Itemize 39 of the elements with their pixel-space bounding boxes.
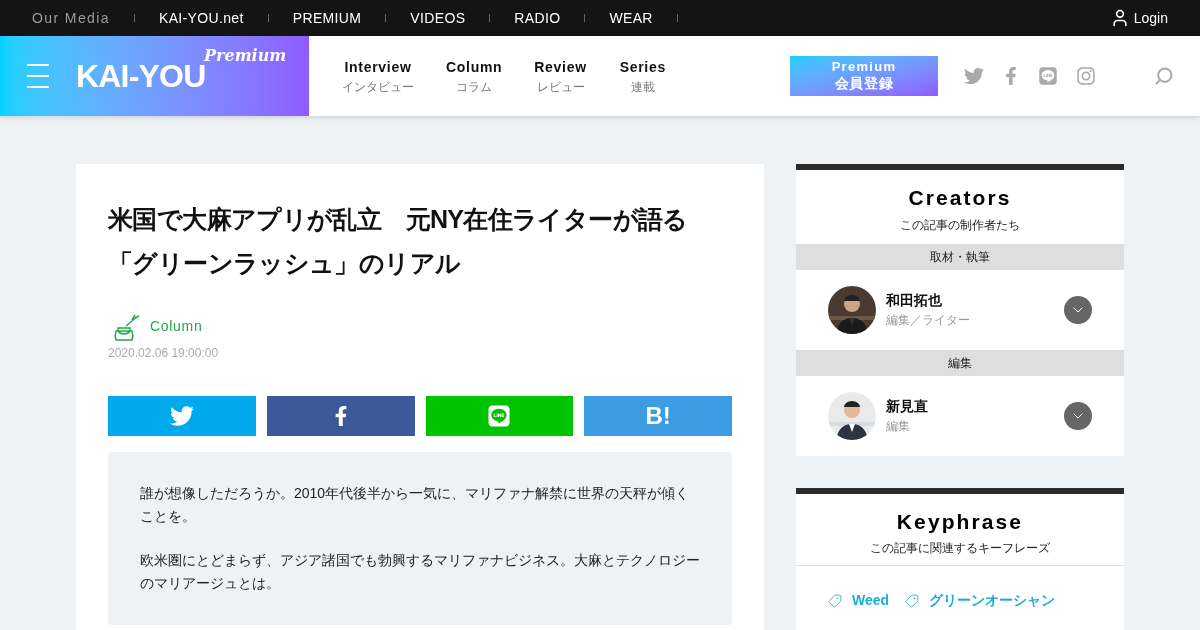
role-header: 編集 — [796, 349, 1124, 376]
publish-date: 2020.02.06 19:00:00 — [108, 344, 220, 362]
creator-position: 編集／ライター — [886, 312, 970, 329]
panel-title: Keyphrase — [895, 508, 1025, 535]
share-button[interactable] — [266, 395, 415, 436]
bird-icon — [169, 403, 194, 428]
creator-position: 編集 — [886, 418, 911, 435]
media-link[interactable]: KAI-YOU.net — [158, 7, 244, 29]
nav-link[interactable]: Review レビュー — [524, 56, 597, 96]
lead-paragraph: 誰が想像しただろうか。2010年代後半から一気に、マリファナ解禁に世界の天秤が傾くことを。 — [140, 483, 691, 526]
expand-button[interactable] — [1064, 295, 1092, 324]
login-button[interactable]: Login — [1109, 7, 1168, 29]
tag-icon — [828, 593, 842, 608]
hatena-logo: B! — [645, 400, 671, 431]
media-link[interactable]: PREMIUM — [292, 7, 362, 29]
twitter-icon[interactable] — [964, 66, 984, 86]
creator-name[interactable]: 和田拓也 — [886, 290, 970, 311]
panel-subtitle: この記事の制作者たち — [899, 216, 1021, 234]
panel-subtitle: この記事に関連するキーフレーズ — [796, 539, 1124, 566]
instagram-icon[interactable] — [1076, 66, 1096, 86]
our-media-label: Our Media — [32, 8, 110, 28]
role-header: 取材・執筆 — [796, 243, 1124, 270]
creator-name[interactable]: 新見直 — [886, 396, 928, 417]
media-link[interactable]: VIDEOS — [410, 7, 466, 29]
nav-link[interactable]: Series 連載 — [608, 56, 677, 96]
article-title: 米国で大麻アプリが乱立 元NY在住ライターが語る「グリーンラッシュ」のリアル — [108, 204, 689, 279]
menu-icon[interactable] — [27, 63, 49, 89]
tag-icon — [905, 593, 920, 608]
line-icon[interactable] — [1038, 66, 1058, 86]
expand-button[interactable] — [1064, 401, 1092, 430]
panel-title: Creators — [907, 185, 1013, 211]
media-link[interactable]: RADIO — [514, 7, 561, 29]
media-link[interactable]: WEAR — [609, 7, 653, 29]
lead-paragraph: 欧米圏にとどまらず、アジア諸国でも勃興するマリファナビジネス。大麻とテクノロジーのマリアージュとは。 — [140, 550, 700, 593]
search-icon[interactable] — [1154, 66, 1174, 86]
nav-link[interactable]: Interview インタビュー — [332, 56, 424, 96]
line-icon — [487, 403, 512, 428]
nav-link[interactable]: Column コラム — [436, 56, 513, 96]
premium-wordmark: Premium — [204, 45, 287, 65]
